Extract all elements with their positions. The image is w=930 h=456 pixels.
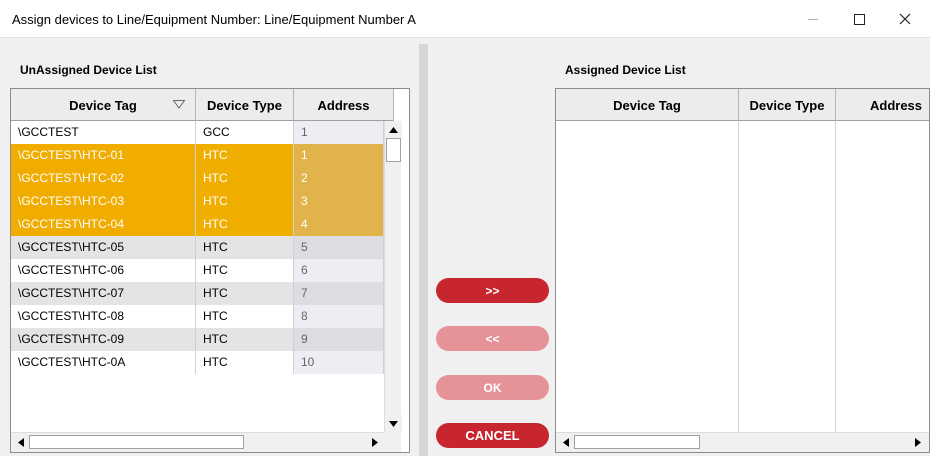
device-type-cell: HTC [196,213,294,236]
device-tag-cell: \GCCTEST\HTC-09 [11,328,196,351]
scroll-right-arrow-icon[interactable] [909,434,926,451]
column-header-address[interactable]: Address [836,89,929,121]
device-tag-cell: \GCCTEST\HTC-08 [11,305,196,328]
device-type-cell: HTC [196,190,294,213]
table-row[interactable]: \GCCTEST\HTC-05 HTC 5 [11,236,384,259]
assign-button[interactable]: >> [436,278,549,303]
address-cell: 1 [294,121,384,144]
scroll-left-arrow-icon[interactable] [557,434,574,451]
address-cell: 10 [294,351,384,374]
close-icon [899,13,911,25]
address-cell: 3 [294,190,384,213]
close-button[interactable] [882,0,928,38]
table-row[interactable]: \GCCTEST GCC 1 [11,121,384,144]
device-type-cell: HTC [196,282,294,305]
column-divider [738,121,739,432]
table-row[interactable]: \GCCTEST\HTC-02 HTC 2 [11,167,384,190]
device-type-cell: HTC [196,305,294,328]
horizontal-scrollbar[interactable] [11,432,384,452]
sort-descending-icon [173,100,185,109]
device-tag-cell: \GCCTEST\HTC-0A [11,351,196,374]
device-tag-cell: \GCCTEST\HTC-01 [11,144,196,167]
device-tag-cell: \GCCTEST\HTC-03 [11,190,196,213]
table-row[interactable]: \GCCTEST\HTC-01 HTC 1 [11,144,384,167]
unassigned-grid-rows: \GCCTEST GCC 1 \GCCTEST\HTC-01 HTC 1 \GCCTEST\… [11,121,384,374]
device-type-cell: GCC [196,121,294,144]
device-type-cell: HTC [196,328,294,351]
device-tag-cell: \GCCTEST\HTC-02 [11,167,196,190]
table-row[interactable]: \GCCTEST\HTC-09 HTC 9 [11,328,384,351]
table-row[interactable]: \GCCTEST\HTC-04 HTC 4 [11,213,384,236]
address-cell: 1 [294,144,384,167]
device-tag-cell: \GCCTEST\HTC-06 [11,259,196,282]
unassigned-grid-header: Device Tag Device Type Address [11,89,394,121]
device-type-cell: HTC [196,259,294,282]
unassign-button[interactable]: << [436,326,549,351]
scrollbar-corner [384,432,401,452]
scroll-left-arrow-icon[interactable] [12,434,29,451]
unassigned-device-grid[interactable]: Device Tag Device Type Address \GCCTEST G… [10,88,410,453]
address-cell: 2 [294,167,384,190]
address-cell: 9 [294,328,384,351]
device-type-cell: HTC [196,144,294,167]
address-cell: 6 [294,259,384,282]
table-row[interactable]: \GCCTEST\HTC-0A HTC 10 [11,351,384,374]
scroll-down-arrow-icon[interactable] [385,415,402,432]
address-cell: 5 [294,236,384,259]
device-type-cell: HTC [196,351,294,374]
device-type-cell: HTC [196,167,294,190]
assigned-device-grid[interactable]: Device Tag Device Type Address [555,88,930,453]
cancel-button[interactable]: CANCEL [436,423,549,448]
horizontal-scroll-thumb[interactable] [574,435,700,449]
assigned-grid-header: Device Tag Device Type Address [556,89,929,121]
address-cell: 7 [294,282,384,305]
table-row[interactable]: \GCCTEST\HTC-06 HTC 6 [11,259,384,282]
table-row[interactable]: \GCCTEST\HTC-03 HTC 3 [11,190,384,213]
device-type-cell: HTC [196,236,294,259]
device-tag-cell: \GCCTEST\HTC-05 [11,236,196,259]
vertical-scrollbar[interactable] [384,121,402,432]
vertical-scroll-thumb[interactable] [386,138,401,162]
assigned-list-label: Assigned Device List [565,63,686,77]
scroll-right-arrow-icon[interactable] [366,434,383,451]
maximize-icon [853,13,865,25]
column-header-address[interactable]: Address [294,89,394,121]
ok-button[interactable]: OK [436,375,549,400]
maximize-button[interactable] [836,0,882,38]
table-row[interactable]: \GCCTEST\HTC-07 HTC 7 [11,282,384,305]
minimize-icon [808,18,818,20]
table-row[interactable]: \GCCTEST\HTC-08 HTC 8 [11,305,384,328]
unassigned-list-label: UnAssigned Device List [20,63,157,77]
scroll-up-arrow-icon[interactable] [385,121,402,138]
horizontal-scroll-thumb[interactable] [29,435,244,449]
device-tag-cell: \GCCTEST\HTC-04 [11,213,196,236]
device-tag-cell: \GCCTEST\HTC-07 [11,282,196,305]
column-header-device-type[interactable]: Device Type [196,89,294,121]
column-divider [835,121,836,432]
window-title: Assign devices to Line/Equipment Number:… [12,12,416,27]
minimize-button[interactable] [790,0,836,38]
window-titlebar: Assign devices to Line/Equipment Number:… [0,0,930,38]
column-header-device-tag[interactable]: Device Tag [556,89,739,121]
device-tag-cell: \GCCTEST [11,121,196,144]
column-header-device-tag[interactable]: Device Tag [11,89,196,121]
horizontal-scrollbar[interactable] [556,432,929,452]
panel-splitter[interactable] [419,44,428,456]
column-header-device-type[interactable]: Device Type [739,89,836,121]
address-cell: 8 [294,305,384,328]
address-cell: 4 [294,213,384,236]
